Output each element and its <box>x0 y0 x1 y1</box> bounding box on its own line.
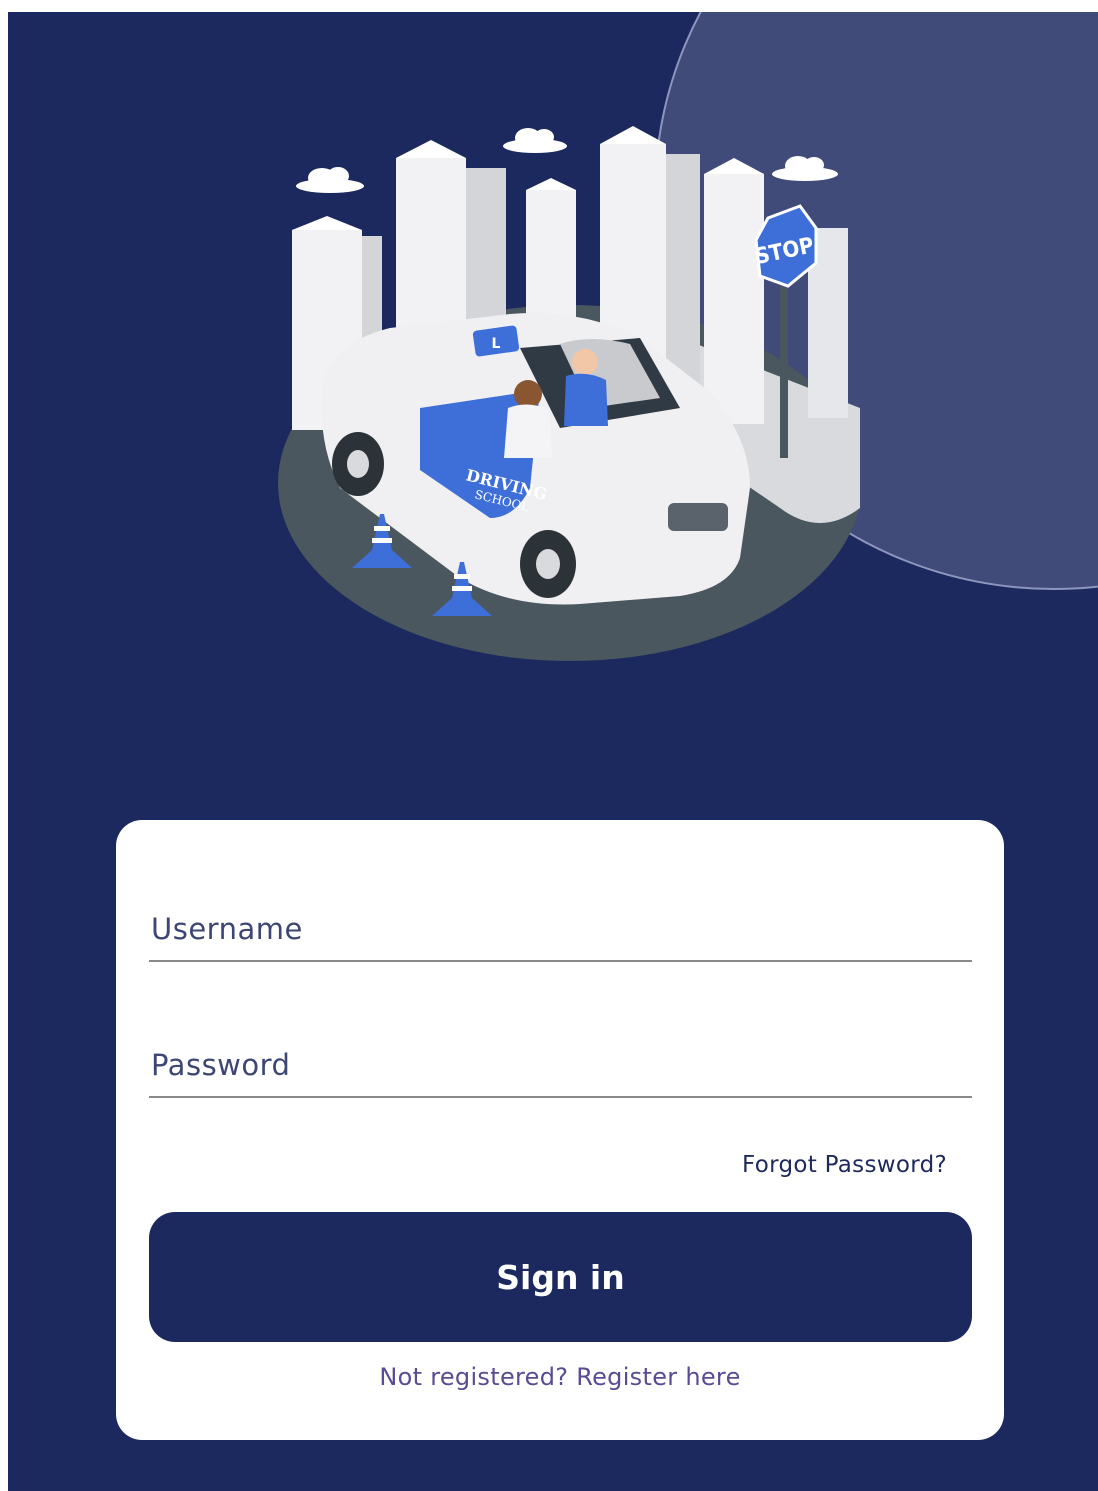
sign-in-button[interactable]: Sign in <box>149 1212 972 1342</box>
login-card: Forgot Password? Sign in Not registered?… <box>116 820 1004 1440</box>
driving-school-illustration: STOP L DRIVING SCHOOL <box>278 126 860 661</box>
login-screen: STOP L DRIVING SCHOOL Username Forgot Pa… <box>8 12 1098 1491</box>
password-input[interactable] <box>149 1048 974 1082</box>
username-input[interactable] <box>149 912 974 946</box>
username-field <box>149 890 974 962</box>
forgot-password-link[interactable]: Forgot Password? <box>742 1152 947 1178</box>
password-field <box>149 1026 974 1098</box>
roof-sign-text: L <box>492 336 501 352</box>
register-link[interactable]: Not registered? Register here <box>116 1363 1004 1391</box>
